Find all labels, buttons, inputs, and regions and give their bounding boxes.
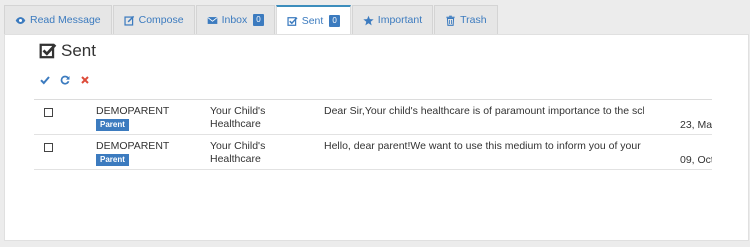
tab-label: Important [377,14,423,26]
mailbox-tabs: Read Message Compose Inbox 0 Sent 0 Impo… [4,5,499,35]
sent-count-badge: 0 [329,15,340,27]
tab-label: Sent [301,15,324,27]
message-preview[interactable]: Hello, dear parent!We want to use this m… [324,140,644,152]
trash-icon [446,15,455,26]
select-all-button[interactable] [40,75,50,85]
page-title-text: Sent [61,41,96,60]
check-icon [40,76,50,85]
page-title: Sent [39,41,96,61]
eye-icon [15,16,26,24]
message-list: DEMOPARENT Parent Your Child's Healthcar… [34,99,712,170]
delete-button[interactable] [80,75,90,85]
envelope-icon [207,16,218,24]
tab-label: Inbox [221,14,248,26]
close-icon [81,76,89,84]
sender-name: DEMOPARENT [96,105,170,117]
row-checkbox[interactable] [44,108,53,117]
check-square-icon [287,16,298,26]
table-row[interactable]: DEMOPARENT Parent Your Child's Healthcar… [34,135,712,170]
message-date: 23, Mar [680,119,712,131]
tab-trash[interactable]: Trash [434,5,498,34]
tab-important[interactable]: Important [351,5,434,34]
row-checkbox[interactable] [44,143,53,152]
role-badge: Parent [96,154,129,166]
refresh-button[interactable] [60,75,70,85]
message-date: 09, Oct [680,154,712,166]
check-square-icon [39,43,57,59]
bulk-actions [40,75,90,85]
role-badge: Parent [96,119,129,131]
edit-icon [124,15,134,26]
tab-inbox[interactable]: Inbox 0 [195,5,275,34]
tab-compose[interactable]: Compose [112,5,195,34]
inbox-count-badge: 0 [253,14,264,26]
refresh-icon [60,75,70,85]
message-subject[interactable]: Your Child's Healthcare [210,105,310,131]
tab-label: Trash [460,14,487,26]
table-row[interactable]: DEMOPARENT Parent Your Child's Healthcar… [34,100,712,135]
star-icon [363,15,374,25]
message-subject[interactable]: Your Child's Healthcare [210,140,310,166]
sender-name: DEMOPARENT [96,140,170,152]
tab-label: Compose [138,14,184,26]
tab-sent[interactable]: Sent 0 [275,5,351,35]
tab-label: Read Message [30,14,101,26]
tab-read-message[interactable]: Read Message [4,5,112,34]
message-preview[interactable]: Dear Sir,Your child's healthcare is of p… [324,105,644,117]
